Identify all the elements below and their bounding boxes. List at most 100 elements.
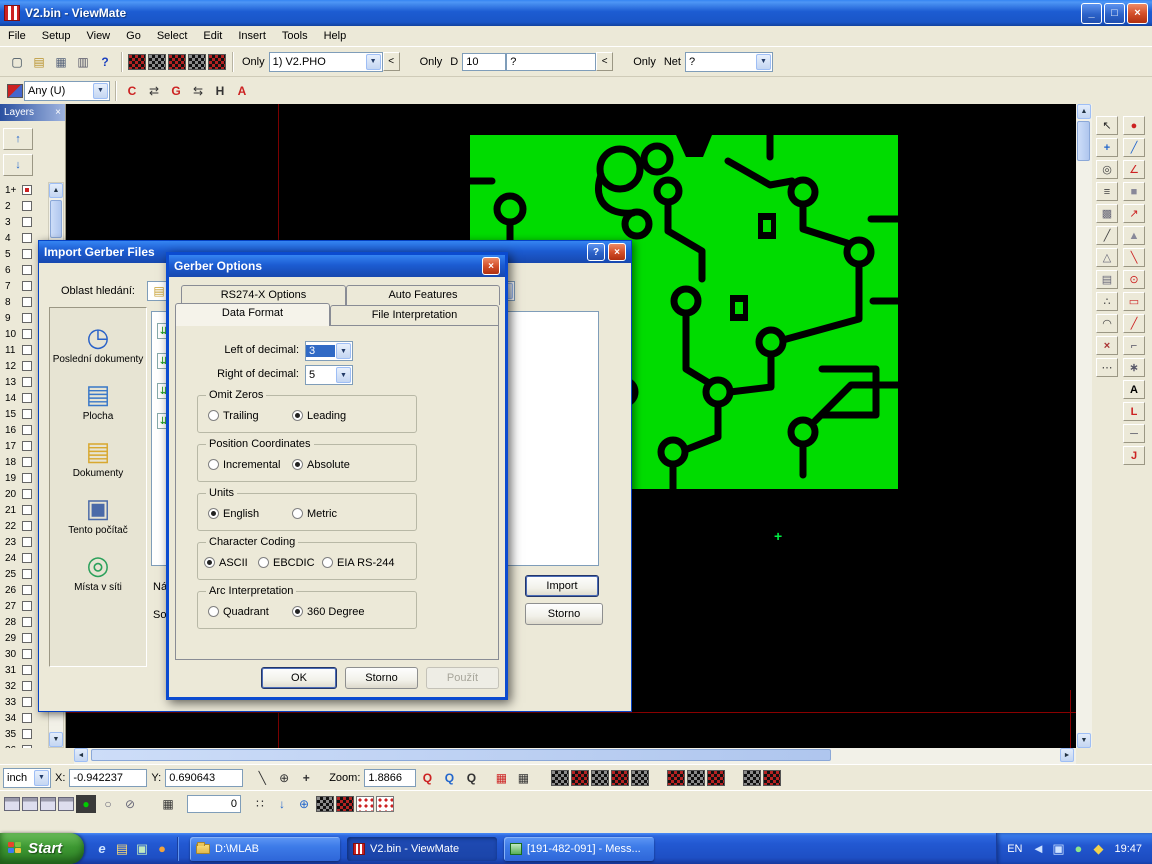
radio-absolute[interactable]: Absolute [292, 459, 350, 471]
step-value-field[interactable]: 0 [187, 795, 241, 813]
film-box-icon[interactable] [168, 54, 186, 70]
layer-visibility-checkbox[interactable] [22, 697, 32, 707]
place-my-computer[interactable]: ▣ Tento počítač [50, 493, 146, 536]
tray-antivirus-icon[interactable]: ● [1068, 838, 1088, 860]
draw-line-icon[interactable]: ╱ [1123, 138, 1145, 157]
y-coordinate-field[interactable]: 0.690643 [165, 769, 243, 787]
menu-edit[interactable]: Edit [195, 28, 230, 44]
layer-visibility-checkbox[interactable] [22, 217, 32, 227]
layer-visibility-checkbox[interactable] [22, 425, 32, 435]
place-documents[interactable]: ▤ Dokumenty [50, 436, 146, 479]
place-recent-documents[interactable]: ◷ Poslední dokumenty [50, 322, 146, 365]
layer-down-button[interactable]: ↓ [3, 154, 33, 176]
pan-tool-icon[interactable]: + [1096, 138, 1118, 157]
layer-visibility-checkbox[interactable] [22, 585, 32, 595]
vertical-scrollbar[interactable]: ▲ ▼ [1076, 104, 1092, 748]
pattern-icon-10[interactable] [763, 770, 781, 786]
scroll-down-icon[interactable]: ▼ [1077, 733, 1091, 748]
layer-row-1[interactable]: 1+ [0, 182, 47, 198]
layer-visibility-checkbox[interactable] [22, 393, 32, 403]
scroll-up-icon[interactable]: ▲ [49, 183, 63, 198]
probe-icon[interactable]: ○ [98, 795, 118, 813]
explorer-launch-icon[interactable]: ▤ [112, 838, 132, 860]
layer-visibility-checkbox[interactable] [22, 441, 32, 451]
draw-circle-icon[interactable]: ⊙ [1123, 270, 1145, 289]
scroll-right-icon[interactable]: ► [1060, 748, 1074, 762]
layers-panel-header[interactable]: Layers × [0, 104, 65, 121]
layer-visibility-checkbox[interactable] [22, 489, 32, 499]
pattern-icon-4[interactable] [611, 770, 629, 786]
jump-horizontal-icon[interactable]: ⇄ [144, 82, 164, 100]
language-indicator[interactable]: EN [1007, 843, 1022, 855]
layer-visibility-checkbox[interactable] [22, 505, 32, 515]
layer-visibility-checkbox[interactable] [22, 201, 32, 211]
layer-visibility-checkbox[interactable] [22, 617, 32, 627]
diagonal-measure-icon[interactable]: ╲ [252, 769, 272, 787]
menu-setup[interactable]: Setup [34, 28, 79, 44]
aperture-list-icon[interactable] [128, 54, 146, 70]
cancel-button[interactable]: Storno [345, 667, 418, 689]
reddot-pattern-icon-1[interactable] [356, 796, 374, 812]
radio-eia-rs-244[interactable]: EIA RS-244 [322, 557, 394, 569]
pattern-icon-9[interactable] [743, 770, 761, 786]
component-h-icon[interactable]: H [210, 82, 230, 100]
taskbar-task-messenger[interactable]: [191-482-091] - Mess... [504, 837, 654, 861]
layer-visibility-checkbox[interactable] [22, 281, 32, 291]
layer-visibility-checkbox[interactable] [22, 361, 32, 371]
place-desktop[interactable]: ▤ Plocha [50, 379, 146, 422]
layer-visibility-checkbox[interactable] [22, 409, 32, 419]
taskbar-task-viewmate[interactable]: V2.bin - ViewMate [347, 837, 497, 861]
layer-visibility-checkbox[interactable] [22, 297, 32, 307]
step-shape-icon[interactable]: ⌐ [1123, 336, 1145, 355]
horizontal-scrollbar[interactable]: ◄ ► [74, 748, 1076, 764]
layer-visibility-checkbox[interactable] [22, 601, 32, 611]
thin-line-icon[interactable]: ╱ [1123, 314, 1145, 333]
menu-go[interactable]: Go [118, 28, 149, 44]
layer-visibility-checkbox[interactable] [22, 729, 32, 739]
pattern-icon-1[interactable] [551, 770, 569, 786]
layer-visibility-checkbox[interactable] [22, 553, 32, 563]
layer-stack-icon[interactable]: ▤ [1096, 270, 1118, 289]
prev-layer-button[interactable]: < [383, 52, 400, 71]
open-folder-icon[interactable]: ▤ [29, 53, 49, 71]
tray-language-icon[interactable]: ◄ [1028, 838, 1048, 860]
film-view-icon-4[interactable] [58, 797, 74, 811]
grid-table-icon[interactable]: ▦ [158, 795, 178, 813]
film-view-icon-1[interactable] [4, 797, 20, 811]
layer-visibility-checkbox[interactable] [22, 329, 32, 339]
tab-data-format[interactable]: Data Format [175, 303, 330, 326]
layer-visibility-checkbox[interactable] [22, 569, 32, 579]
pattern-icon-3[interactable] [591, 770, 609, 786]
flash-pad-icon[interactable]: ● [1123, 116, 1145, 135]
gerber-close-button[interactable]: × [482, 257, 500, 275]
layer-color-swatch-icon[interactable] [7, 84, 23, 98]
save-icon[interactable]: ▦ [51, 53, 71, 71]
place-network[interactable]: ◎ Místa v síti [50, 550, 146, 593]
unit-combo[interactable]: inch ▼ [3, 768, 51, 788]
tab-rs274x-options[interactable]: RS274-X Options [181, 285, 346, 305]
layers-close-icon[interactable]: × [55, 108, 61, 118]
layer-visibility-checkbox[interactable] [22, 265, 32, 275]
new-file-icon[interactable]: ▢ [7, 53, 27, 71]
import-button[interactable]: Import [525, 575, 599, 597]
net-combo[interactable]: ? ▼ [685, 52, 773, 72]
zoom-in-icon[interactable]: Q [439, 769, 459, 787]
pattern-icon-6[interactable] [667, 770, 685, 786]
scroll-thumb[interactable] [1077, 121, 1090, 161]
import-cancel-button[interactable]: Storno [525, 603, 603, 625]
scroll-thumb[interactable] [91, 749, 831, 761]
tray-display-icon[interactable]: ▣ [1048, 838, 1068, 860]
film-view-icon-2[interactable] [22, 797, 38, 811]
zoom-select-icon[interactable]: Q [417, 769, 437, 787]
menu-tools[interactable]: Tools [274, 28, 316, 44]
layer-visibility-checkbox[interactable] [22, 377, 32, 387]
radio-360-degree[interactable]: 360 Degree [292, 606, 365, 618]
x-coordinate-field[interactable]: -0.942237 [69, 769, 147, 787]
radio-ascii[interactable]: ASCII [204, 557, 258, 569]
pattern-icon-11[interactable] [316, 796, 334, 812]
any-filter-combo[interactable]: Any (U) ▼ [24, 81, 110, 101]
gerber-dialog-titlebar[interactable]: Gerber Options × [169, 255, 505, 277]
ok-button[interactable]: OK [261, 667, 337, 689]
browser-launch-icon[interactable]: ● [152, 838, 172, 860]
layer-visibility-checkbox[interactable] [22, 649, 32, 659]
